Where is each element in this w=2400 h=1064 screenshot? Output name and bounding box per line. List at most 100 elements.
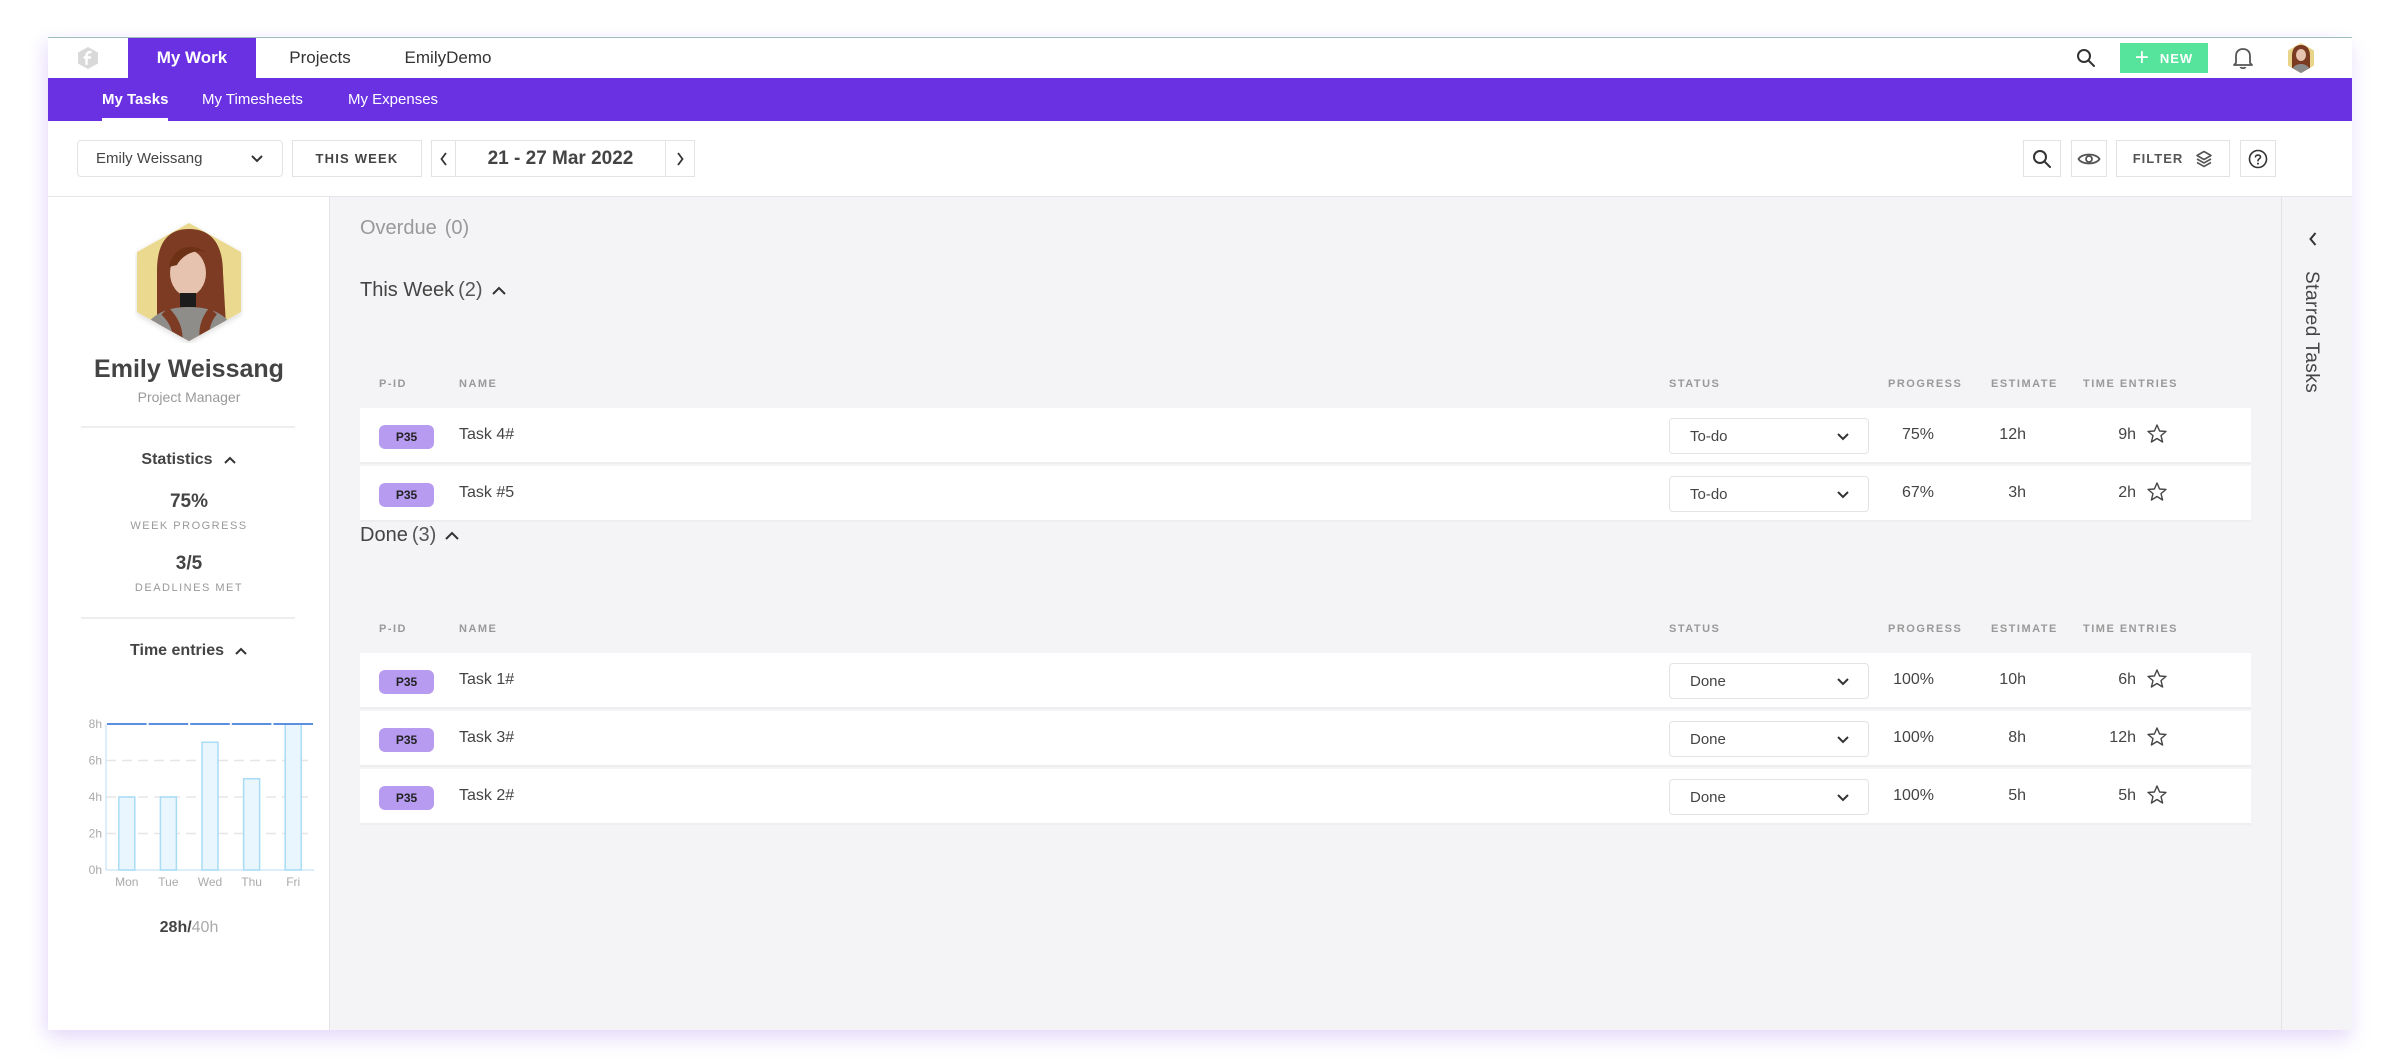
chevron-left-icon — [439, 151, 447, 166]
top-actions: + NEW — [2074, 38, 2352, 78]
app-window: My Work Projects EmilyDemo + NEW My Task… — [48, 37, 2352, 1030]
sub-nav: My Tasks My Timesheets My Expenses — [48, 78, 2352, 121]
subtab-my-tasks[interactable]: My Tasks — [102, 78, 169, 121]
task-name[interactable]: Task #5 — [459, 484, 514, 502]
task-row[interactable]: P35 Task #5 To-do 67% 3h 2h — [360, 466, 2251, 522]
task-name[interactable]: Task 4# — [459, 426, 514, 444]
tab-emilydemo[interactable]: EmilyDemo — [384, 38, 512, 78]
plus-icon: + — [2134, 44, 2150, 71]
user-select[interactable]: Emily Weissang — [77, 140, 283, 177]
chevron-up-icon — [445, 531, 459, 540]
chevron-down-icon — [251, 155, 263, 163]
statistics-toggle[interactable]: Statistics — [48, 451, 330, 469]
profile-role: Project Manager — [137, 389, 241, 405]
star-icon[interactable] — [2146, 784, 2168, 806]
task-name[interactable]: Task 2# — [459, 787, 514, 805]
time-entries-toggle[interactable]: Time entries — [48, 642, 330, 660]
avatar-image — [2288, 43, 2314, 73]
status-value: To-do — [1690, 427, 1728, 445]
task-time-entries: 9h — [2118, 426, 2136, 443]
task-name[interactable]: Task 3# — [459, 729, 514, 747]
subtab-my-expenses[interactable]: My Expenses — [348, 78, 438, 121]
this-week-group-header[interactable]: This Week (2) — [360, 279, 507, 302]
project-id-badge: P35 — [379, 483, 434, 507]
task-search-button[interactable] — [2023, 140, 2061, 177]
divider — [81, 617, 295, 619]
task-estimate: 8h — [2008, 729, 2026, 746]
task-name[interactable]: Task 1# — [459, 671, 514, 689]
task-progress: 75% — [1901, 426, 1934, 443]
task-row[interactable]: P35 Task 4# To-do 75% 12h 9h — [360, 408, 2251, 464]
layers-icon — [2196, 150, 2213, 167]
col-header-pid: P-ID — [379, 623, 407, 635]
bar-mon — [118, 796, 136, 871]
notifications-button[interactable] — [2230, 45, 2256, 71]
total-capacity: 40h — [191, 919, 219, 936]
tab-projects[interactable]: Projects — [256, 38, 384, 78]
divider — [81, 426, 295, 428]
bar-tue — [159, 796, 178, 871]
help-button[interactable] — [2240, 140, 2276, 177]
filter-button[interactable]: FILTER — [2116, 140, 2230, 177]
col-header-name: NAME — [459, 378, 498, 390]
new-button[interactable]: + NEW — [2120, 43, 2208, 73]
star-icon[interactable] — [2146, 481, 2168, 503]
user-avatar[interactable] — [2286, 41, 2316, 75]
this-week-button[interactable]: THIS WEEK — [292, 140, 422, 177]
star-icon[interactable] — [2146, 668, 2168, 690]
user-select-value: Emily Weissang — [96, 150, 203, 167]
deadlines-met-value: 3/5 — [175, 553, 203, 574]
global-search-button[interactable] — [2074, 46, 2098, 70]
overdue-group-header[interactable]: Overdue (0) — [360, 217, 469, 240]
task-progress: 100% — [1893, 729, 1934, 746]
visibility-button[interactable] — [2071, 140, 2107, 177]
chevron-right-icon — [677, 151, 684, 166]
y-tick-label: 4h — [89, 790, 102, 804]
task-row[interactable]: P35 Task 1# Done 100% 10h 6h — [360, 653, 2251, 709]
week-progress-value: 75% — [169, 491, 209, 512]
task-time-entries: 2h — [2118, 484, 2136, 501]
star-icon[interactable] — [2146, 423, 2168, 445]
project-id-badge: P35 — [379, 670, 434, 694]
eye-icon — [2077, 153, 2101, 164]
project-id-badge: P35 — [379, 425, 434, 449]
task-estimate: 10h — [1999, 671, 2026, 688]
statistics-title: Statistics — [141, 451, 213, 468]
col-header-time-entries: TIME ENTRIES — [2083, 623, 2179, 635]
col-header-status: STATUS — [1669, 623, 1721, 635]
done-group-header[interactable]: Done (3) — [360, 524, 460, 547]
col-header-estimate: ESTIMATE — [1991, 623, 2058, 635]
star-icon[interactable] — [2146, 726, 2168, 748]
previous-week-button[interactable] — [431, 140, 456, 177]
x-tick-label: Fri — [286, 875, 300, 889]
starred-tasks-label[interactable]: Starred Tasks — [2300, 271, 2322, 393]
next-week-button[interactable] — [665, 140, 695, 177]
task-row[interactable]: P35 Task 2# Done 100% 5h 5h — [360, 769, 2251, 825]
col-header-status: STATUS — [1669, 378, 1721, 390]
app-logo[interactable] — [48, 38, 128, 78]
bar-thu — [242, 778, 261, 871]
subtab-my-timesheets[interactable]: My Timesheets — [202, 78, 303, 121]
chevron-up-icon — [235, 647, 247, 655]
top-nav: My Work Projects EmilyDemo + NEW — [48, 38, 2352, 78]
help-icon — [2248, 149, 2268, 168]
tab-my-work[interactable]: My Work — [128, 38, 256, 78]
time-entries-chart: 0h 2h 4h 6h 8h Mon Tue Wed Thu Fri — [78, 716, 318, 891]
x-tick-label: Wed — [198, 875, 222, 889]
status-value: To-do — [1690, 485, 1728, 503]
total-logged: 28h/ — [159, 919, 192, 936]
chevron-up-icon — [491, 286, 506, 295]
chevron-left-icon[interactable] — [2308, 231, 2318, 247]
task-estimate: 5h — [2008, 787, 2026, 804]
x-tick-label: Thu — [241, 875, 262, 889]
filter-label: FILTER — [2132, 151, 2184, 166]
date-range-label: 21 - 27 Mar 2022 — [455, 140, 666, 177]
task-row[interactable]: P35 Task 3# Done 100% 8h 12h — [360, 711, 2251, 767]
bar-wed — [201, 741, 219, 871]
this-week-count: (2) — [458, 279, 483, 301]
col-header-progress: PROGRESS — [1888, 623, 1963, 635]
status-value: Done — [1690, 730, 1726, 748]
chevron-up-icon — [223, 456, 236, 464]
time-entries-chart-svg: 0h 2h 4h 6h 8h Mon Tue Wed Thu Fri — [89, 717, 314, 889]
status-value: Done — [1690, 672, 1726, 690]
